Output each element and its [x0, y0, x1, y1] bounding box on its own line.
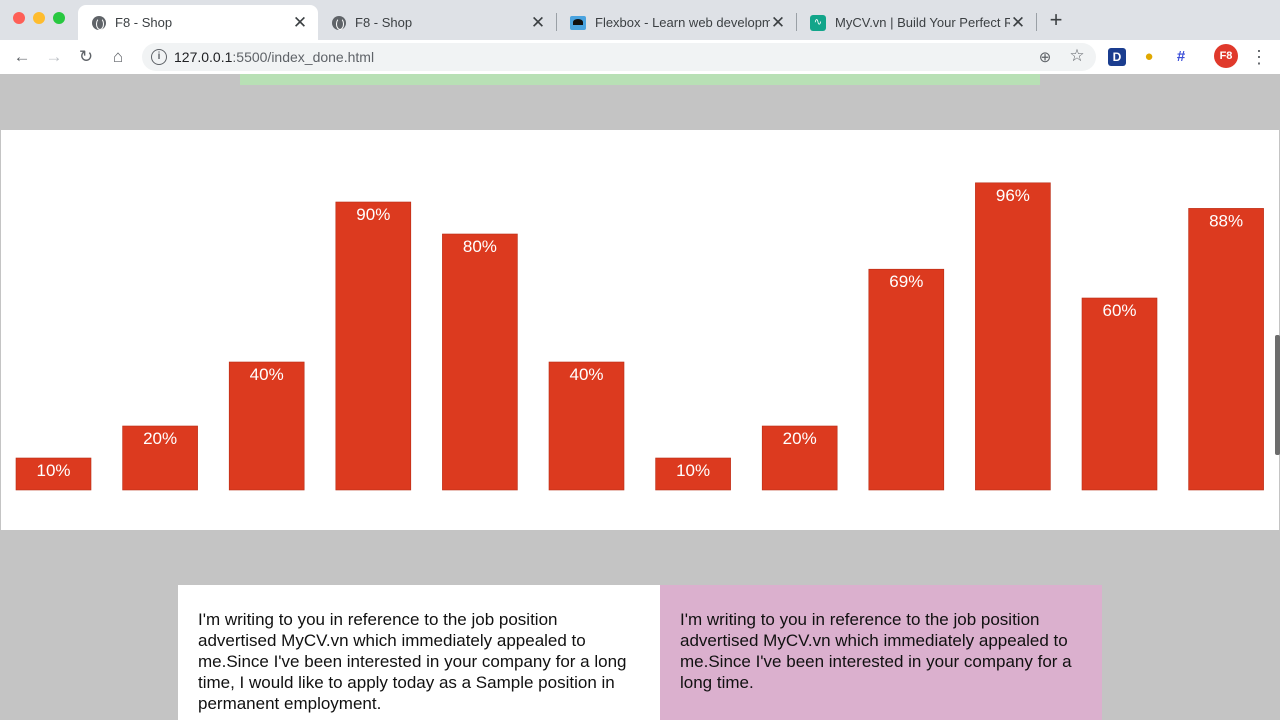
- card-pink: I'm writing to you in reference to the j…: [660, 585, 1102, 720]
- green-strip: [240, 74, 1040, 85]
- reload-icon[interactable]: ↻: [74, 45, 98, 69]
- chart-bar-label: 20%: [143, 429, 177, 448]
- globe-icon: [92, 15, 106, 30]
- zoom-icon[interactable]: ⊕: [1036, 48, 1054, 66]
- new-tab-button[interactable]: +: [1046, 9, 1066, 31]
- chart-bar: [1081, 297, 1158, 491]
- tab-mycv[interactable]: ∿ MyCV.vn | Build Your Perfect R ✕: [796, 5, 1036, 40]
- chart-bar: [975, 182, 1051, 491]
- extension-d-icon[interactable]: D: [1108, 48, 1126, 66]
- close-icon[interactable]: ✕: [770, 13, 786, 33]
- close-icon[interactable]: ✕: [1010, 13, 1026, 33]
- back-arrow-icon[interactable]: ←: [10, 45, 34, 69]
- close-icon[interactable]: ✕: [292, 13, 308, 33]
- home-icon[interactable]: ⌂: [106, 45, 130, 69]
- globe-icon: [332, 15, 346, 30]
- chart-section: 10% 20% 40% 90% 80% 40% 10% 20% 69% 96% 60% 88%: [1, 130, 1279, 530]
- info-icon[interactable]: i: [151, 49, 167, 65]
- url-path: :5500/index_done.html: [232, 49, 375, 65]
- chart-bar: [335, 201, 412, 491]
- minimize-window-button[interactable]: [33, 12, 45, 24]
- tab-title: MyCV.vn | Build Your Perfect R: [835, 15, 1010, 30]
- tab-f8-shop[interactable]: F8 - Shop ✕: [318, 5, 556, 40]
- tab-separator: [1036, 13, 1037, 31]
- chart-bar-label: 40%: [569, 365, 603, 384]
- url-host: 127.0.0.1: [174, 49, 233, 65]
- chart-bar: [868, 268, 945, 491]
- extension-grid-icon[interactable]: #: [1172, 48, 1190, 66]
- close-window-button[interactable]: [13, 12, 25, 24]
- chart-bar: [1188, 208, 1264, 491]
- chart-bar-label: 80%: [463, 237, 497, 256]
- card-white: I'm writing to you in reference to the j…: [178, 585, 660, 720]
- card-white-text: I'm writing to you in reference to the j…: [198, 610, 627, 713]
- mycv-icon: ∿: [810, 14, 826, 31]
- profile-avatar[interactable]: F8: [1214, 44, 1238, 68]
- bookmark-star-icon[interactable]: ☆: [1067, 46, 1087, 66]
- tab-title: F8 - Shop: [355, 15, 413, 30]
- card-pink-text: I'm writing to you in reference to the j…: [680, 610, 1072, 692]
- mdn-icon: [570, 15, 586, 30]
- maximize-window-button[interactable]: [53, 12, 65, 24]
- chart-bar-label: 20%: [783, 429, 817, 448]
- extension-dots-icon[interactable]: ●: [1140, 48, 1158, 66]
- browser-toolbar: ← → ↻ ⌂ i 127.0.0.1:5500/index_done.html…: [0, 40, 1280, 74]
- chart-bar-label: 10%: [676, 461, 710, 480]
- forward-arrow-icon[interactable]: →: [42, 45, 66, 69]
- bar-chart: 10% 20% 40% 90% 80% 40% 10% 20% 69% 96% 60% 88%: [15, 182, 1264, 491]
- tab-flexbox[interactable]: Flexbox - Learn web developm ✕: [556, 5, 796, 40]
- kebab-menu-icon[interactable]: ⋮: [1250, 45, 1268, 69]
- chart-bar: [442, 233, 518, 491]
- tab-title: Flexbox - Learn web developm: [595, 15, 770, 30]
- chart-bar-label: 40%: [250, 365, 284, 384]
- tab-f8-shop-active[interactable]: F8 - Shop ✕: [78, 5, 318, 40]
- chart-bar-label: 10%: [36, 461, 70, 480]
- chart-bar-label: 69%: [889, 272, 923, 291]
- close-icon[interactable]: ✕: [530, 13, 546, 33]
- chart-bar-label: 60%: [1102, 301, 1136, 320]
- address-bar[interactable]: i 127.0.0.1:5500/index_done.html ⊕ ☆: [142, 43, 1096, 71]
- scrollbar-thumb[interactable]: [1275, 335, 1280, 455]
- cards-row: I'm writing to you in reference to the j…: [178, 585, 1102, 720]
- tab-strip: F8 - Shop ✕ F8 - Shop ✕ Flexbox - Learn …: [0, 0, 1280, 40]
- chart-bar-label: 90%: [356, 205, 390, 224]
- chart-bar-label: 96%: [996, 186, 1030, 205]
- tab-title: F8 - Shop: [115, 15, 173, 30]
- chart-bar-label: 88%: [1209, 211, 1243, 230]
- url-text[interactable]: 127.0.0.1:5500/index_done.html: [174, 49, 374, 65]
